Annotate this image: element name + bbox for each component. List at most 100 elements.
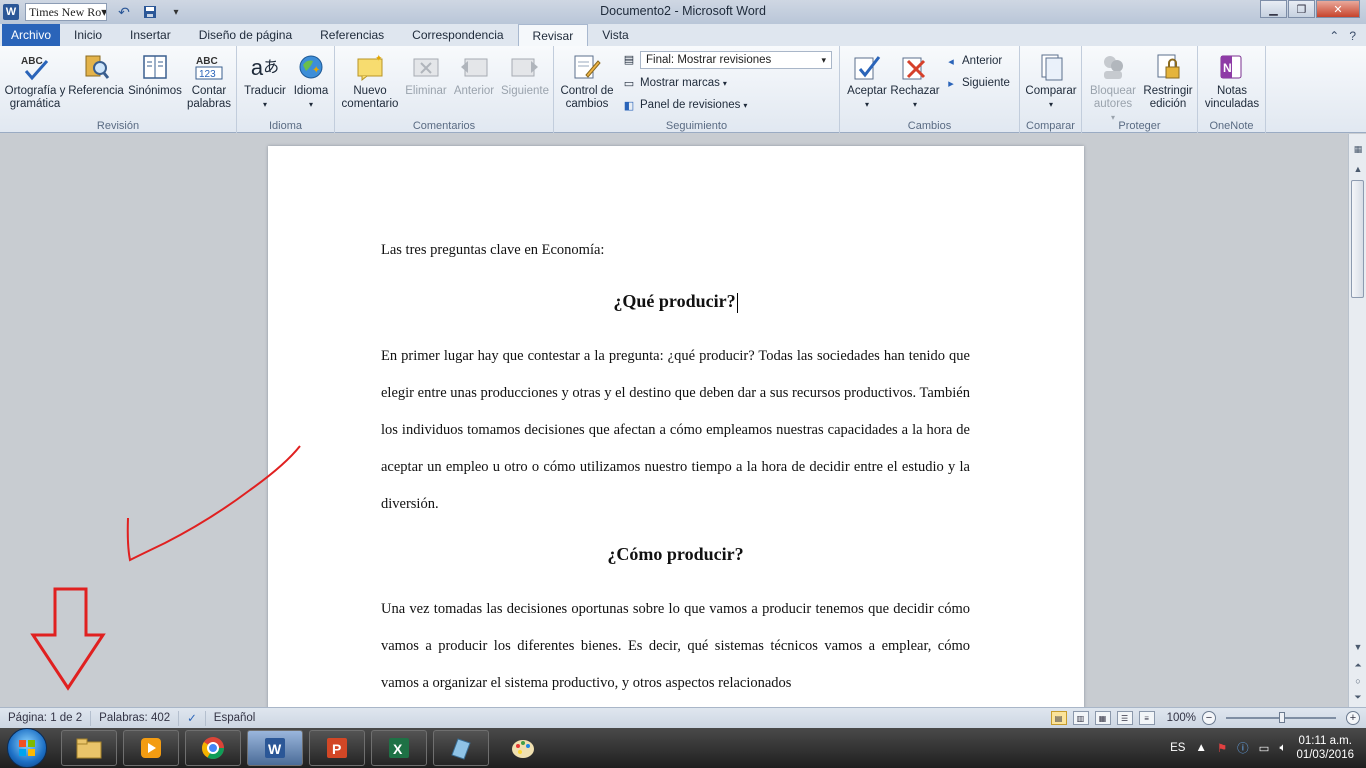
tab-diseno-pagina[interactable]: Diseño de página	[185, 24, 306, 46]
word-taskbar-icon[interactable]: W	[247, 730, 303, 766]
word-count-label: Contar palabras	[186, 85, 232, 110]
scroll-up-icon[interactable]: ▲	[1351, 162, 1365, 176]
language-indicator[interactable]: Español	[206, 711, 264, 726]
document-page[interactable]: Las tres preguntas clave en Economía: ¿Q…	[268, 146, 1084, 707]
compare-button[interactable]: Comparar ▾	[1024, 52, 1078, 111]
close-button[interactable]: ✕	[1316, 0, 1360, 18]
group-onenote: N Notas vinculadas OneNote	[1198, 46, 1266, 133]
save-icon[interactable]	[141, 3, 159, 21]
tab-vista[interactable]: Vista	[588, 24, 642, 46]
info-icon[interactable]: ⓘ	[1237, 740, 1249, 756]
reviewing-pane-button[interactable]: ◧ Panel de revisiones ▾	[622, 98, 748, 112]
previous-comment-button[interactable]: Anterior	[451, 52, 497, 98]
show-hidden-icons-icon[interactable]: ▲	[1195, 742, 1206, 754]
word-count[interactable]: Palabras: 402	[91, 710, 180, 726]
spelling-grammar-button[interactable]: ABC Ortografía y gramática	[4, 52, 66, 111]
previous-comment-icon	[458, 52, 490, 82]
media-player-taskbar-icon[interactable]	[123, 730, 179, 766]
proofing-status[interactable]: ✓	[179, 710, 206, 726]
input-language[interactable]: ES	[1170, 742, 1185, 754]
language-button[interactable]: ✦ Idioma ▾	[289, 52, 333, 111]
outline-view-icon[interactable]: ☰	[1116, 711, 1133, 725]
reject-button[interactable]: Rechazar ▾	[890, 52, 940, 111]
tab-correspondencia[interactable]: Correspondencia	[398, 24, 517, 46]
scroll-thumb[interactable]	[1351, 180, 1364, 298]
heading-que-producir[interactable]: ¿Qué producir?	[381, 291, 970, 313]
scroll-down-icon[interactable]: ▼	[1351, 640, 1365, 654]
action-center-icon[interactable]: ⚑	[1217, 741, 1227, 755]
next-comment-button[interactable]: Siguiente	[499, 52, 551, 98]
delete-comment-button[interactable]: Eliminar	[403, 52, 449, 98]
reviewing-pane-label: Panel de revisiones	[640, 99, 741, 111]
ruler-toggle-icon[interactable]: ▦	[1351, 142, 1365, 156]
undo-icon[interactable]: ↶	[115, 3, 133, 21]
translate-button[interactable]: aあ Traducir ▾	[241, 52, 289, 111]
linked-notes-button[interactable]: N Notas vinculadas	[1202, 52, 1262, 111]
previous-change-button[interactable]: ◂ Anterior	[944, 54, 1002, 68]
volume-icon[interactable]: 🔈︎	[1280, 742, 1287, 755]
paragraph-que-producir[interactable]: En primer lugar hay que contestar a la p…	[381, 338, 970, 523]
text-cursor	[736, 292, 738, 313]
restrict-editing-button[interactable]: Restringir edición	[1140, 52, 1196, 111]
zoom-in-icon[interactable]: +	[1346, 711, 1360, 725]
display-for-review-select[interactable]: Final: Mostrar revisiones ▾	[640, 51, 832, 69]
next-change-label: Siguiente	[962, 77, 1010, 89]
font-name-box[interactable]: Times New Ro ▾	[25, 3, 107, 21]
excel-taskbar-icon[interactable]: X	[371, 730, 427, 766]
zoom-level[interactable]: 100%	[1167, 712, 1196, 724]
block-authors-button[interactable]: Bloquear autores ▾	[1086, 52, 1140, 124]
tab-revisar[interactable]: Revisar	[517, 24, 589, 46]
spelling-label: Ortografía y gramática	[4, 85, 66, 110]
lock-document-icon	[1152, 52, 1184, 82]
accept-button[interactable]: Aceptar ▾	[844, 52, 890, 111]
proofing-check-icon: ✓	[187, 713, 197, 725]
powerpoint-taskbar-icon[interactable]: P	[309, 730, 365, 766]
page-count[interactable]: Página: 1 de 2	[0, 710, 92, 726]
research-button[interactable]: Referencia	[68, 52, 124, 98]
start-button[interactable]	[7, 728, 47, 768]
next-change-button[interactable]: ▸ Siguiente	[944, 76, 1010, 90]
clock[interactable]: 01:11 a.m. 01/03/2016	[1296, 734, 1354, 762]
thesaurus-button[interactable]: Sinónimos	[126, 52, 184, 98]
new-comment-button[interactable]: ✦ Nuevo comentario	[339, 52, 401, 111]
document-workspace[interactable]: Las tres preguntas clave en Economía: ¿Q…	[0, 134, 1348, 707]
full-screen-reading-icon[interactable]: ▥	[1072, 711, 1089, 725]
intro-paragraph[interactable]: Las tres preguntas clave en Economía:	[381, 242, 970, 259]
next-page-icon[interactable]: ⏷	[1351, 690, 1365, 704]
compare-label: Comparar	[1025, 85, 1077, 97]
word-count-button[interactable]: ABC 123 Contar palabras	[184, 52, 234, 111]
tab-referencias[interactable]: Referencias	[306, 24, 398, 46]
show-markup-button[interactable]: ▭ Mostrar marcas ▾	[622, 76, 727, 90]
zoom-out-icon[interactable]: −	[1202, 711, 1216, 725]
paragraph-como-producir[interactable]: Una vez tomadas las decisiones oportunas…	[381, 591, 970, 702]
tab-insertar[interactable]: Insertar	[116, 24, 185, 46]
restore-button[interactable]: ❐	[1288, 0, 1315, 18]
network-icon[interactable]: ▭	[1259, 741, 1270, 755]
track-changes-button[interactable]: Control de cambios	[558, 52, 616, 111]
tab-archivo[interactable]: Archivo	[2, 24, 61, 46]
explorer-taskbar-icon[interactable]	[61, 730, 117, 766]
chrome-taskbar-icon[interactable]	[185, 730, 241, 766]
customize-qat-icon[interactable]: ▾	[167, 3, 185, 21]
ribbon: ABC Ortografía y gramática Referencia Si…	[0, 46, 1366, 133]
previous-page-icon[interactable]: ⏶	[1351, 658, 1365, 672]
help-icon[interactable]: ?	[1349, 29, 1356, 43]
web-layout-icon[interactable]: ▦	[1094, 711, 1111, 725]
app-taskbar-icon[interactable]	[433, 730, 489, 766]
paint-taskbar-icon[interactable]	[495, 730, 551, 766]
minimize-ribbon-icon[interactable]: ⌃	[1329, 29, 1339, 43]
minimize-button[interactable]: ▁	[1260, 0, 1287, 18]
print-layout-view-icon[interactable]: ▤	[1050, 711, 1067, 725]
zoom-slider[interactable]	[1226, 712, 1336, 723]
group-proteger: Bloquear autores ▾ Restringir edición Pr…	[1082, 46, 1198, 133]
tab-inicio[interactable]: Inicio	[60, 24, 116, 46]
heading-como-producir[interactable]: ¿Cómo producir?	[381, 544, 970, 565]
font-name-value: Times New Ro	[29, 4, 102, 19]
select-browse-object-icon[interactable]: ○	[1351, 674, 1365, 688]
svg-text:ABC: ABC	[196, 56, 218, 67]
chevron-down-icon: ▾	[1048, 100, 1053, 109]
vertical-scrollbar[interactable]: ▦ ▲ ▼ ⏶ ○ ⏷	[1348, 134, 1366, 707]
word-logo-icon[interactable]: W	[3, 4, 19, 20]
zoom-slider-thumb[interactable]	[1279, 712, 1285, 723]
draft-view-icon[interactable]: ≡	[1138, 711, 1155, 725]
